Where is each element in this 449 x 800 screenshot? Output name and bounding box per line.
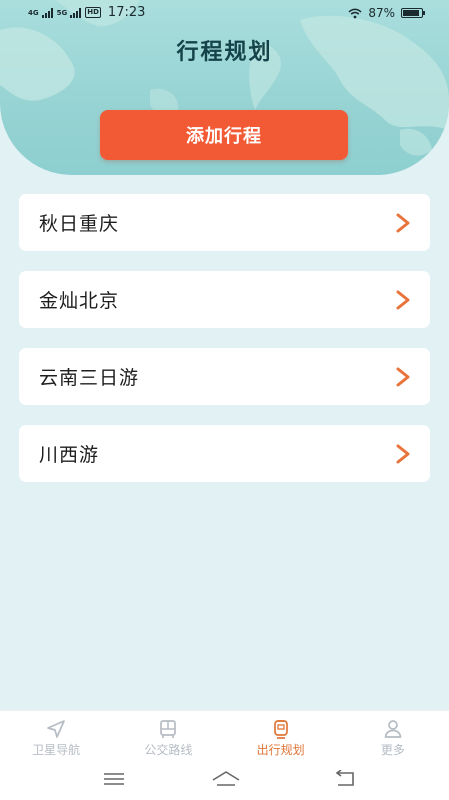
signal-icon-2 [70, 7, 82, 18]
person-icon [384, 720, 402, 738]
trip-name: 秋日重庆 [39, 213, 120, 235]
hd-badge: HD [85, 7, 101, 18]
navigation-arrow-icon [47, 720, 65, 738]
signal-icon [41, 7, 53, 18]
tab-label: 更多 [380, 743, 405, 757]
bottom-tab-bar: 卫星导航 公交路线 出行规划 更多 [0, 710, 449, 763]
tab-travel-planning[interactable]: 出行规划 [225, 711, 337, 763]
trip-item[interactable]: 秋日重庆 [19, 194, 430, 251]
bus-icon [160, 720, 177, 738]
train-icon [273, 720, 288, 739]
trip-name: 川西游 [39, 444, 100, 466]
chevron-right-icon [396, 444, 410, 464]
tab-label: 卫星导航 [32, 743, 81, 757]
wifi-icon [348, 8, 362, 18]
status-time: 17:23 [107, 5, 146, 20]
menu-icon[interactable] [102, 770, 126, 788]
network-type-1: 4G [28, 8, 39, 17]
status-left: 4G 5G HD 17:23 [28, 5, 145, 20]
trip-name: 金灿北京 [39, 290, 120, 312]
network-type-2: 5G [56, 8, 68, 17]
back-icon[interactable] [332, 770, 356, 788]
trip-name: 云南三日游 [39, 367, 140, 389]
status-bar: 4G 5G HD 17:23 87% [0, 0, 449, 26]
trip-item[interactable]: 金灿北京 [19, 271, 430, 328]
trip-list: 秋日重庆 金灿北京 云南三日游 川西游 [19, 194, 430, 502]
tab-bus-route[interactable]: 公交路线 [112, 711, 224, 763]
tab-label: 出行规划 [256, 743, 305, 757]
page-title: 行程规划 [176, 40, 273, 65]
tab-label: 公交路线 [144, 743, 193, 757]
battery-icon [401, 8, 425, 18]
chevron-right-icon [396, 213, 410, 233]
system-navigation-bar [0, 762, 449, 800]
home-icon[interactable] [211, 770, 241, 788]
trip-item[interactable]: 云南三日游 [19, 348, 430, 405]
tab-more[interactable]: 更多 [337, 711, 449, 763]
header: 4G 5G HD 17:23 87% 行程规划 添加行程 [0, 0, 449, 175]
chevron-right-icon [396, 290, 410, 310]
trip-item[interactable]: 川西游 [19, 425, 430, 482]
tab-satellite-navigation[interactable]: 卫星导航 [0, 711, 112, 763]
chevron-right-icon [396, 367, 410, 387]
add-trip-button[interactable]: 添加行程 [100, 110, 348, 160]
battery-level [403, 10, 419, 16]
status-right: 87% [348, 6, 425, 20]
battery-percent: 87% [368, 6, 395, 20]
